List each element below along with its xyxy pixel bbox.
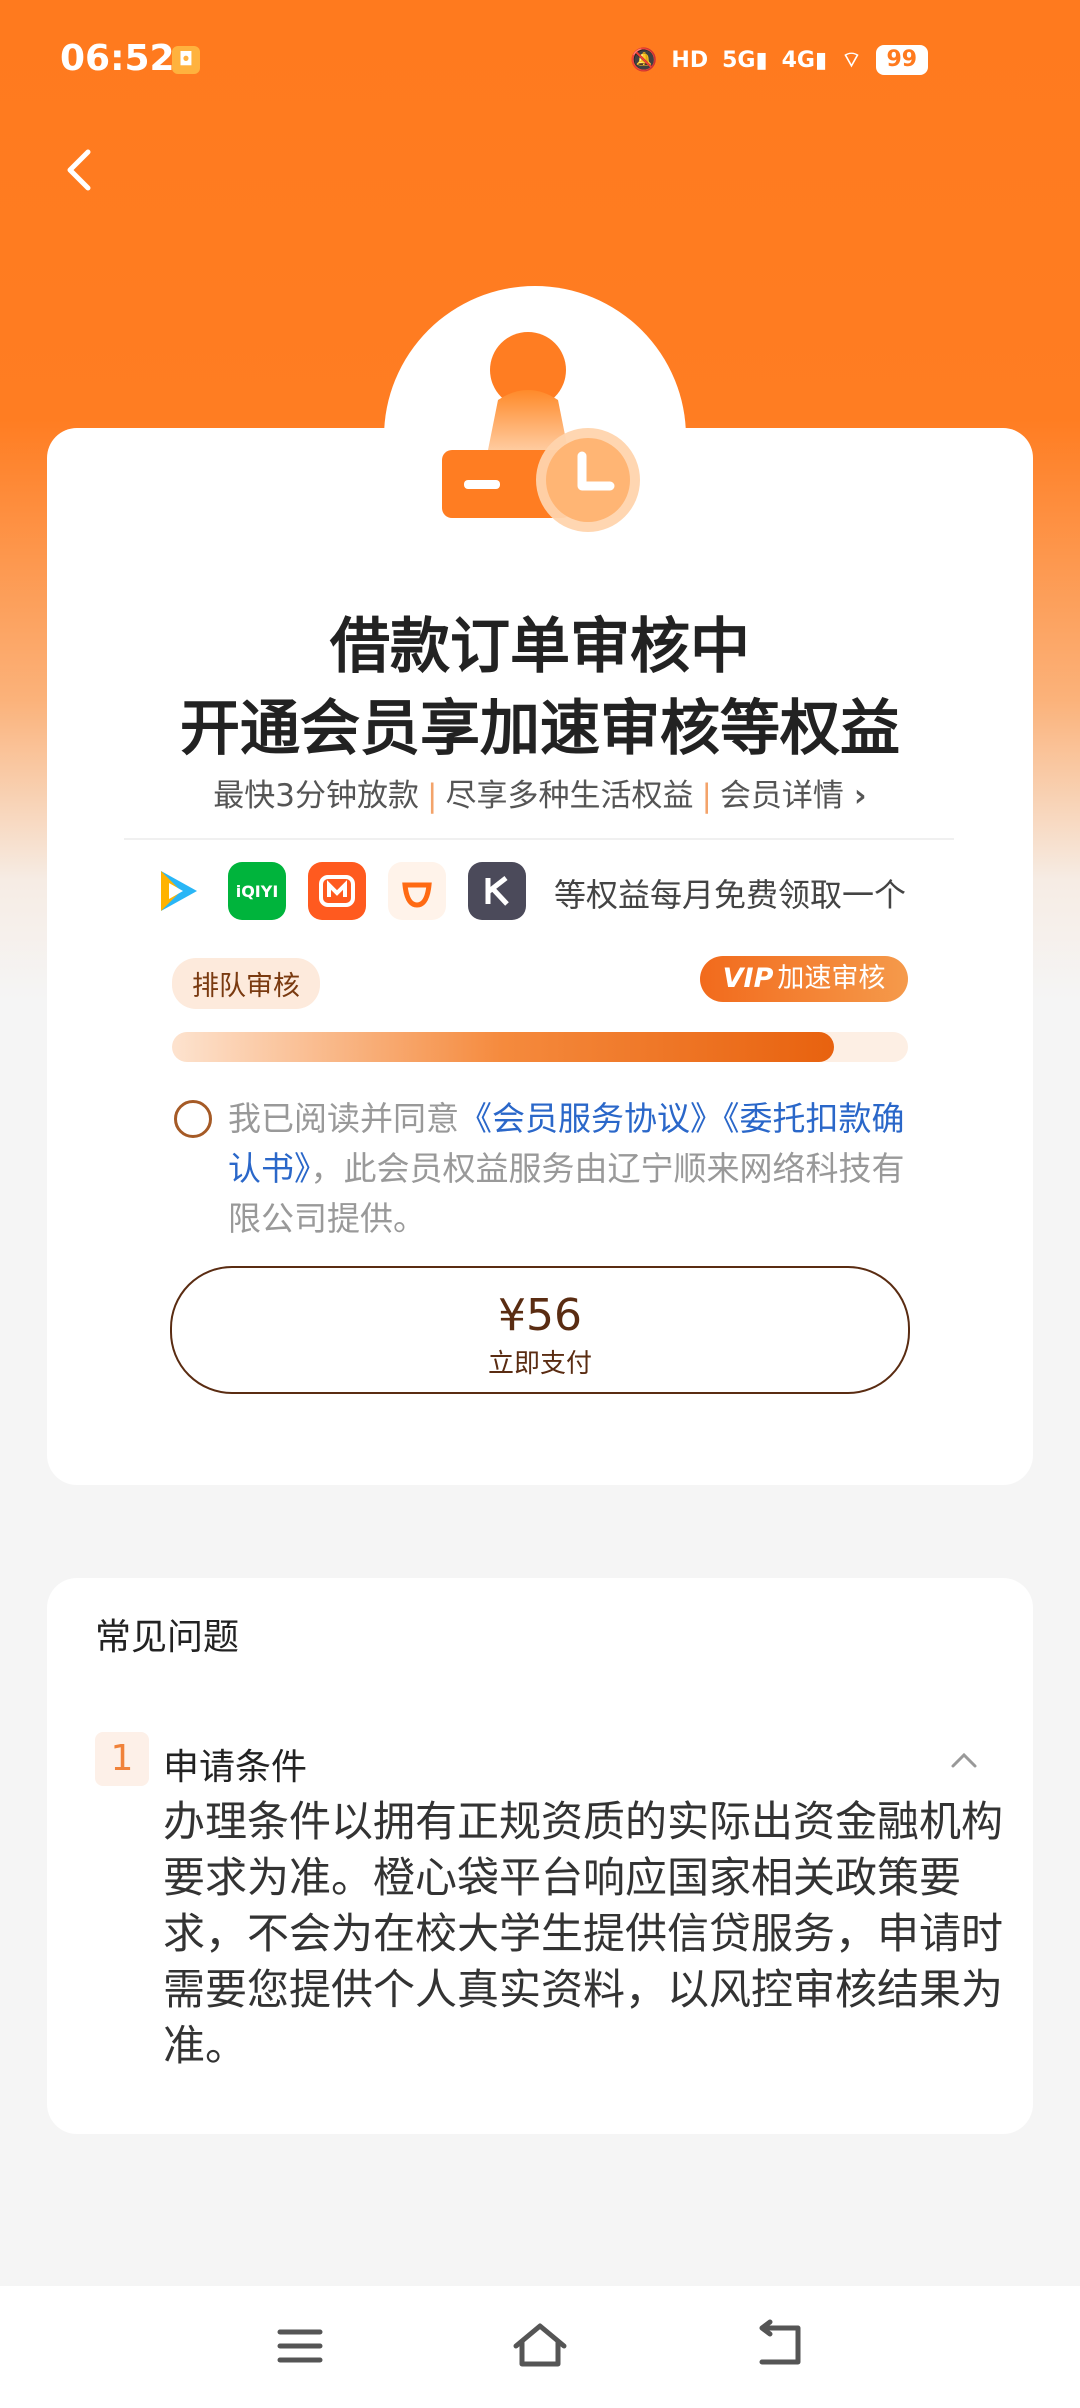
wifi-icon: ⌔: [841, 48, 862, 73]
pay-now-button[interactable]: ¥56 立即支付: [170, 1266, 910, 1394]
faq-section: 常见问题 1 申请条件 办理条件以拥有正规资质的实际出资金融机构要求为准。橙心袋…: [47, 1578, 1033, 2134]
chevron-right-icon[interactable]: ›: [854, 778, 867, 814]
agreement-prefix: 我已阅读并同意: [228, 1099, 459, 1138]
member-service-agreement-link[interactable]: 《会员服务协议》: [459, 1099, 723, 1138]
page-title: 借款订单审核中: [330, 612, 750, 682]
divider: [124, 838, 954, 840]
pay-label: 立即支付: [487, 1349, 592, 1379]
home-icon[interactable]: [510, 2316, 570, 2376]
queue-review-tag: 排队审核: [172, 958, 320, 1009]
chevron-up-icon[interactable]: [947, 1748, 981, 1772]
faq-question[interactable]: 申请条件: [163, 1738, 307, 1790]
review-pending-illustration-icon: [442, 332, 640, 532]
status-bar: 06:52 ◘ 🔕 HD 5G▮ 4G▮ ⌔ 99: [0, 0, 1080, 120]
status-time: 06:52: [60, 38, 175, 79]
hd-icon: HD: [671, 47, 709, 73]
faq-item-number: 1: [95, 1732, 149, 1786]
member-details-link[interactable]: 会员详情: [720, 778, 844, 814]
benefit-life: 尽享多种生活权益: [445, 778, 694, 814]
vip-fast-review-tag: VIP 加速审核: [700, 956, 908, 1002]
notification-icon: ◘: [172, 46, 200, 74]
faq-title: 常见问题: [95, 1617, 240, 1658]
keep-icon: [468, 862, 526, 920]
vip-fast-review-label: 加速审核: [777, 963, 886, 994]
iqiyi-icon: iQIYI: [228, 862, 286, 920]
benefit-fast-loan: 最快3分钟放款: [213, 778, 420, 814]
didi-icon: [388, 862, 446, 920]
apps-benefit-text: 等权益每月免费领取一个: [554, 876, 907, 914]
agreement-suffix: ，此会员权益服务由辽宁顺来网络科技有限公司提供。: [228, 1149, 905, 1238]
agreement-text: 我已阅读并同意《会员服务协议》《委托扣款确认书》，此会员权益服务由辽宁顺来网络科…: [228, 1094, 908, 1244]
battery-icon: 99: [875, 45, 928, 75]
menu-icon[interactable]: [270, 2316, 330, 2376]
signal-4g-icon: 4G▮: [781, 47, 828, 73]
page-subtitle: 开通会员享加速审核等权益: [180, 694, 900, 764]
system-nav-bar: [0, 2286, 1080, 2408]
partner-apps: iQIYI: [148, 862, 526, 920]
back-arrow-icon[interactable]: [50, 140, 110, 200]
benefit-summary: 最快3分钟放款 | 尽享多种生活权益 | 会员详情 ›: [213, 778, 867, 814]
pay-price: ¥56: [498, 1290, 582, 1341]
status-icons: 🔕 HD 5G▮ 4G▮ ⌔ 99: [630, 40, 928, 80]
faq-answer: 办理条件以拥有正规资质的实际出资金融机构要求为准。橙心袋平台响应国家相关政策要求…: [163, 1797, 1004, 2070]
iqiyi-label: iQIYI: [235, 881, 279, 901]
review-progress-fill: [172, 1032, 835, 1062]
mango-tv-icon: [308, 862, 366, 920]
vip-prefix: VIP: [722, 963, 774, 994]
review-progress-bar: [172, 1032, 908, 1062]
mute-icon: 🔕: [630, 47, 658, 73]
tencent-video-icon: [148, 862, 206, 920]
agree-checkbox[interactable]: [174, 1100, 212, 1138]
back-icon[interactable]: [750, 2316, 810, 2376]
signal-5g-icon: 5G▮: [722, 47, 768, 73]
